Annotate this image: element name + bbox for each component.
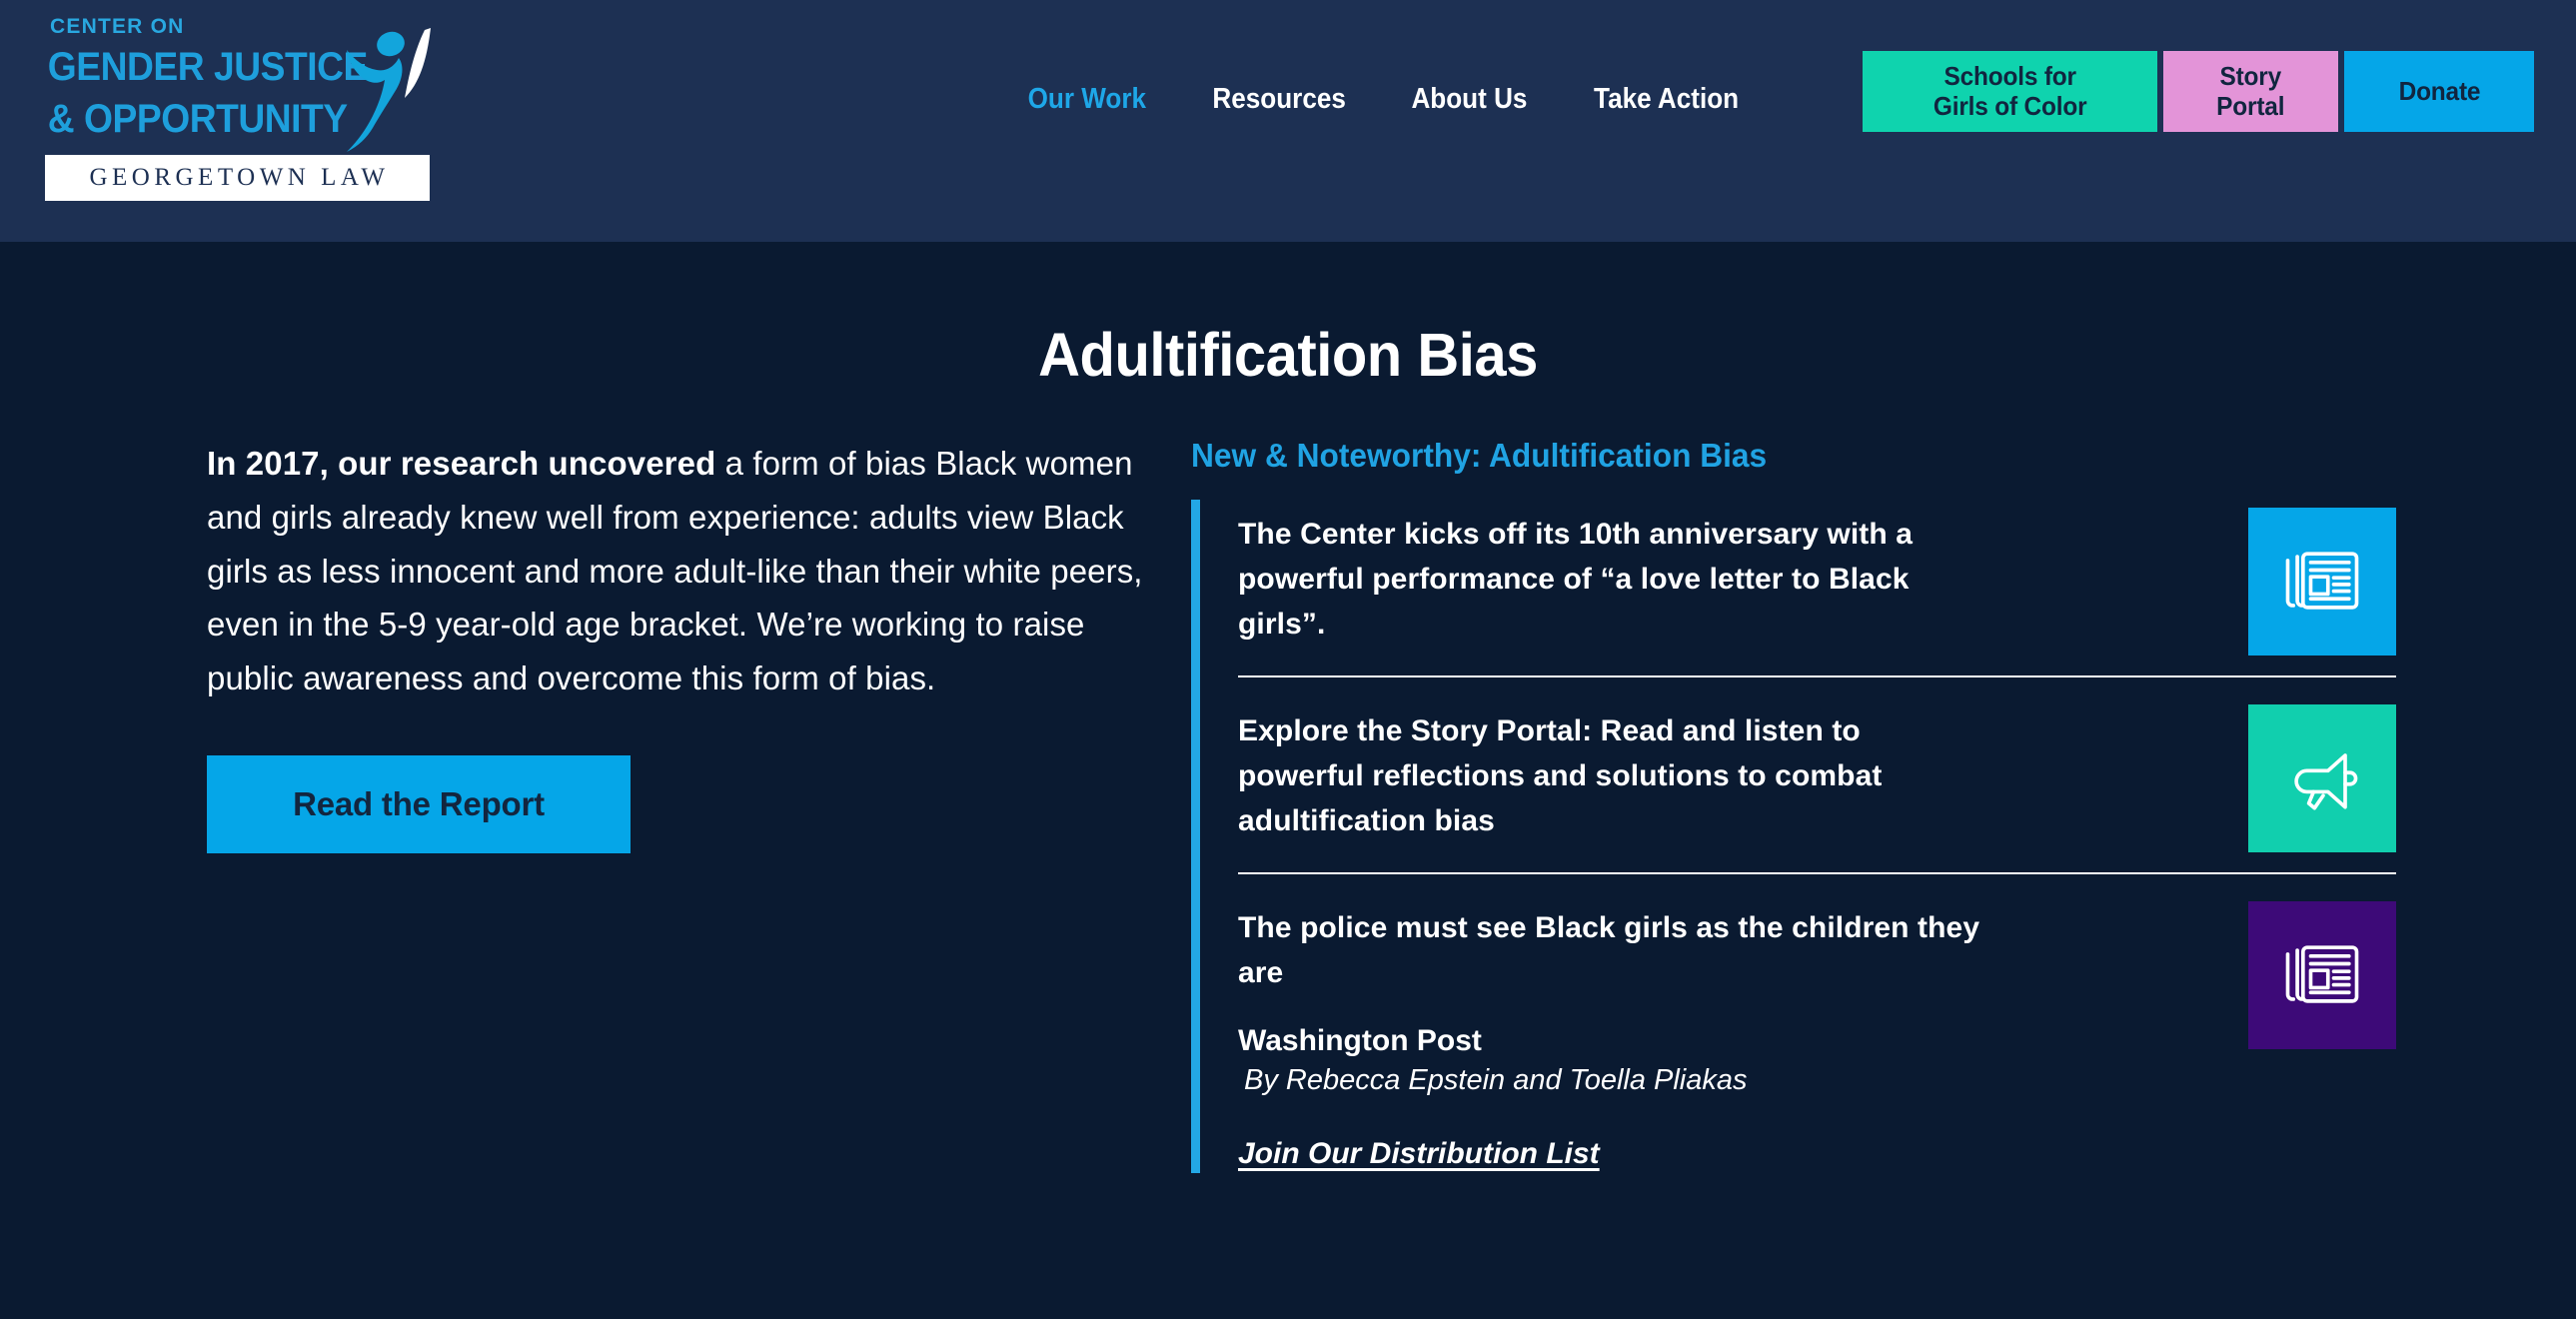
header-cta-group: Schools for Girls of Color Story Portal Do… <box>1863 51 2534 132</box>
news-byline: By Rebecca Epstein and Toella Pliakas <box>1244 1064 1748 1096</box>
story-portal-button-label: Story Portal <box>2216 60 2285 121</box>
news-text-block: The Center kicks off its 10th anniversar… <box>1238 508 1982 647</box>
person-reaching-icon <box>347 28 431 152</box>
nav-item-about-us[interactable]: About Us <box>1388 83 1551 116</box>
lead-paragraph-rest: a form of bias Black women and girls alr… <box>207 445 1143 697</box>
new-and-noteworthy-heading: New & Noteworthy: Adultification Bias <box>1191 437 2396 475</box>
logo-affiliation-text: GEORGETOWN LAW <box>89 163 390 191</box>
donate-button-label: Donate <box>2398 75 2480 106</box>
donate-button[interactable]: Donate <box>2344 51 2534 132</box>
story-portal-button[interactable]: Story Portal <box>2163 51 2338 132</box>
news-headline[interactable]: The police must see Black girls as the c… <box>1238 905 1982 995</box>
lead-paragraph: In 2017, our research uncovered a form o… <box>207 437 1151 705</box>
two-column-layout: In 2017, our research uncovered a form o… <box>0 437 2576 1173</box>
nav-item-our-work[interactable]: Our Work <box>1004 83 1169 116</box>
newspaper-icon <box>2248 901 2396 1049</box>
schools-button-label: Schools for Girls of Color <box>1932 60 2087 121</box>
main-navigation: Our Work Resources About Us Take Action <box>995 83 1773 116</box>
lead-paragraph-bold: In 2017, our research uncovered <box>207 445 716 482</box>
site-logo[interactable]: CENTER ON GENDER JUSTICE & OPPORTUNITY G… <box>45 16 435 216</box>
newspaper-icon-glyph <box>2285 945 2359 1003</box>
logo-affiliation-plate: GEORGETOWN LAW <box>45 154 430 201</box>
left-column: In 2017, our research uncovered a form o… <box>207 437 1191 1173</box>
nav-item-resources[interactable]: Resources <box>1189 83 1369 116</box>
page-title: Adultification Bias <box>0 320 2576 390</box>
megaphone-icon-glyph <box>2294 753 2358 810</box>
new-and-noteworthy-heading-text: New & Noteworthy: Adultification Bias <box>1191 437 1768 474</box>
news-source: Washington Post <box>1238 1024 1482 1057</box>
list-item[interactable]: Explore the Story Portal: Read and liste… <box>1238 704 2396 874</box>
join-distribution-list-link[interactable]: Join Our Distribution List <box>1238 1137 1600 1171</box>
list-item[interactable]: The Center kicks off its 10th anniversar… <box>1238 508 2396 677</box>
news-headline[interactable]: Explore the Story Portal: Read and liste… <box>1238 708 1982 843</box>
list-item[interactable]: The police must see Black girls as the c… <box>1238 901 2396 1097</box>
news-text-block: The police must see Black girls as the c… <box>1238 901 1982 1097</box>
site-header: CENTER ON GENDER JUSTICE & OPPORTUNITY G… <box>0 0 2576 242</box>
newspaper-icon-glyph <box>2285 552 2359 610</box>
news-headline[interactable]: The Center kicks off its 10th anniversar… <box>1238 512 1982 647</box>
main-content: Adultification Bias In 2017, our researc… <box>0 320 2576 1173</box>
megaphone-icon <box>2248 704 2396 852</box>
page-title-text: Adultification Bias <box>1038 321 1538 389</box>
news-text-block: Explore the Story Portal: Read and liste… <box>1238 704 1982 843</box>
right-column: New & Noteworthy: Adultification Bias Th… <box>1191 437 2396 1173</box>
read-the-report-button[interactable]: Read the Report <box>207 754 631 853</box>
schools-for-girls-of-color-button[interactable]: Schools for Girls of Color <box>1863 51 2157 132</box>
newspaper-icon <box>2248 508 2396 656</box>
noteworthy-list: The Center kicks off its 10th anniversar… <box>1191 500 2396 1173</box>
nav-item-take-action[interactable]: Take Action <box>1570 83 1762 116</box>
